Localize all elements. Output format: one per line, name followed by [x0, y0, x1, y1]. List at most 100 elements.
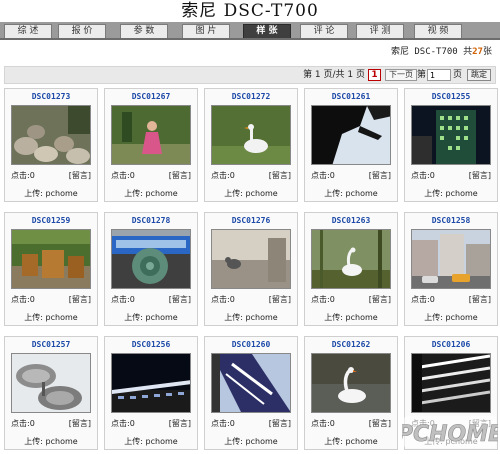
photo-thumbnail[interactable]: [111, 353, 191, 413]
pchome-watermark: PCHOME: [402, 416, 498, 448]
comment-link[interactable]: [留言]: [169, 419, 191, 429]
photo-thumbnail[interactable]: [11, 353, 91, 413]
comment-link[interactable]: [留言]: [469, 295, 491, 305]
tab-4[interactable]: 图 片: [182, 24, 230, 38]
uploader-label: 上传: pchome: [324, 437, 378, 446]
uploader-label: 上传: pchome: [324, 313, 378, 322]
info-prefix: 索尼 DSC-T700 共: [390, 47, 473, 57]
uploader-label: 上传: pchome: [124, 313, 178, 322]
click-count: 点击:0: [111, 419, 135, 428]
photo-card: DSC01278 点击:0 [留言] 上传: pchome: [104, 212, 198, 326]
photo-name-link[interactable]: DSC01267: [105, 91, 197, 102]
photo-card: DSC01256 点击:0 [留言] 上传: pchome: [104, 336, 198, 450]
photo-thumbnail[interactable]: [111, 229, 191, 289]
photo-card: DSC01273 点击:0 [留言] 上传: pchome: [4, 88, 98, 202]
click-count: 点击:0: [211, 295, 235, 304]
click-count: 点击:0: [11, 419, 35, 428]
uploader-label: 上传: pchome: [124, 437, 178, 446]
tab-3[interactable]: 参 数: [120, 24, 168, 38]
next-page-button[interactable]: 下一页: [385, 69, 417, 81]
comment-link[interactable]: [留言]: [69, 171, 91, 181]
photo-card: DSC01276 点击:0 [留言] 上传: pchome: [204, 212, 298, 326]
click-count: 点击:0: [11, 295, 35, 304]
comment-link[interactable]: [留言]: [69, 295, 91, 305]
photo-name-link[interactable]: DSC01255: [405, 91, 497, 102]
click-count: 点击:0: [111, 295, 135, 304]
photo-name-link[interactable]: DSC01278: [105, 215, 197, 226]
click-count: 点击:0: [311, 419, 335, 428]
photo-name-link[interactable]: DSC01258: [405, 215, 497, 226]
photo-thumbnail[interactable]: [211, 105, 291, 165]
tab-8[interactable]: 视 频: [414, 24, 462, 38]
photo-thumbnail[interactable]: [311, 105, 391, 165]
info-suffix: 张: [482, 47, 492, 57]
click-count: 点击:0: [211, 419, 235, 428]
uploader-label: 上传: pchome: [24, 437, 78, 446]
goto-page-input[interactable]: [427, 69, 451, 81]
current-page-link[interactable]: 1: [368, 69, 381, 81]
uploader-label: 上传: pchome: [24, 189, 78, 198]
photo-thumbnail[interactable]: [411, 353, 491, 413]
tab-6[interactable]: 评 论: [300, 24, 348, 38]
photo-thumbnail[interactable]: [211, 229, 291, 289]
tab-1[interactable]: 综 述: [4, 24, 52, 38]
click-count: 点击:0: [11, 171, 35, 180]
photo-thumbnail[interactable]: [411, 229, 491, 289]
tab-5[interactable]: 样 张: [243, 24, 291, 38]
comment-link[interactable]: [留言]: [469, 171, 491, 181]
photo-name-link[interactable]: DSC01257: [5, 339, 97, 350]
photo-name-link[interactable]: DSC01206: [405, 339, 497, 350]
click-count: 点击:0: [411, 171, 435, 180]
comment-link[interactable]: [留言]: [369, 419, 391, 429]
comment-link[interactable]: [留言]: [369, 295, 391, 305]
photo-card: DSC01260 点击:0 [留言] 上传: pchome: [204, 336, 298, 450]
comment-link[interactable]: [留言]: [169, 171, 191, 181]
photo-name-link[interactable]: DSC01256: [105, 339, 197, 350]
photo-thumbnail[interactable]: [311, 353, 391, 413]
page-title: 索尼 DSC-T700: [181, 1, 319, 21]
click-count: 点击:0: [311, 171, 335, 180]
photo-thumbnail[interactable]: [111, 105, 191, 165]
photo-card: DSC01261 点击:0 [留言] 上传: pchome: [304, 88, 398, 202]
tab-2[interactable]: 报 价: [58, 24, 106, 38]
goto-suffix: 页: [452, 70, 462, 80]
photo-card: DSC01267 点击:0 [留言] 上传: pchome: [104, 88, 198, 202]
photo-thumbnail[interactable]: [11, 229, 91, 289]
photo-thumbnail[interactable]: [11, 105, 91, 165]
photo-count-info: 索尼 DSC-T700 共27张: [391, 45, 492, 59]
click-count: 点击:0: [111, 171, 135, 180]
comment-link[interactable]: [留言]: [169, 295, 191, 305]
photo-thumbnail[interactable]: [211, 353, 291, 413]
photo-name-link[interactable]: DSC01260: [205, 339, 297, 350]
photo-name-link[interactable]: DSC01261: [305, 91, 397, 102]
photo-card: DSC01272 点击:0 [留言] 上传: pchome: [204, 88, 298, 202]
photo-name-link[interactable]: DSC01276: [205, 215, 297, 226]
photo-name-link[interactable]: DSC01262: [305, 339, 397, 350]
photo-card: DSC01258 点击:0 [留言] 上传: pchome: [404, 212, 498, 326]
photo-name-link[interactable]: DSC01259: [5, 215, 97, 226]
photo-thumbnail[interactable]: [411, 105, 491, 165]
uploader-label: 上传: pchome: [24, 313, 78, 322]
photo-name-link[interactable]: DSC01263: [305, 215, 397, 226]
comment-link[interactable]: [留言]: [269, 419, 291, 429]
photo-count: 27: [472, 47, 483, 57]
tab-bar: 综 述报 价参 数图 片样 张评 论评 测视 频: [0, 22, 500, 40]
uploader-label: 上传: pchome: [424, 189, 478, 198]
photo-name-link[interactable]: DSC01272: [205, 91, 297, 102]
comment-link[interactable]: [留言]: [269, 295, 291, 305]
photo-card: DSC01257 点击:0 [留言] 上传: pchome: [4, 336, 98, 450]
comment-link[interactable]: [留言]: [69, 419, 91, 429]
photo-card: DSC01259 点击:0 [留言] 上传: pchome: [4, 212, 98, 326]
uploader-label: 上传: pchome: [224, 313, 278, 322]
click-count: 点击:0: [311, 295, 335, 304]
photo-name-link[interactable]: DSC01273: [5, 91, 97, 102]
comment-link[interactable]: [留言]: [369, 171, 391, 181]
comment-link[interactable]: [留言]: [269, 171, 291, 181]
tab-7[interactable]: 评 测: [356, 24, 404, 38]
uploader-label: 上传: pchome: [424, 313, 478, 322]
uploader-label: 上传: pchome: [124, 189, 178, 198]
goto-button[interactable]: 跳定: [467, 69, 491, 81]
photo-thumbnail[interactable]: [311, 229, 391, 289]
pagination-bar: 第 1 页/共 1 页 1 下一页 第 页 跳定: [4, 66, 496, 84]
click-count: 点击:0: [211, 171, 235, 180]
